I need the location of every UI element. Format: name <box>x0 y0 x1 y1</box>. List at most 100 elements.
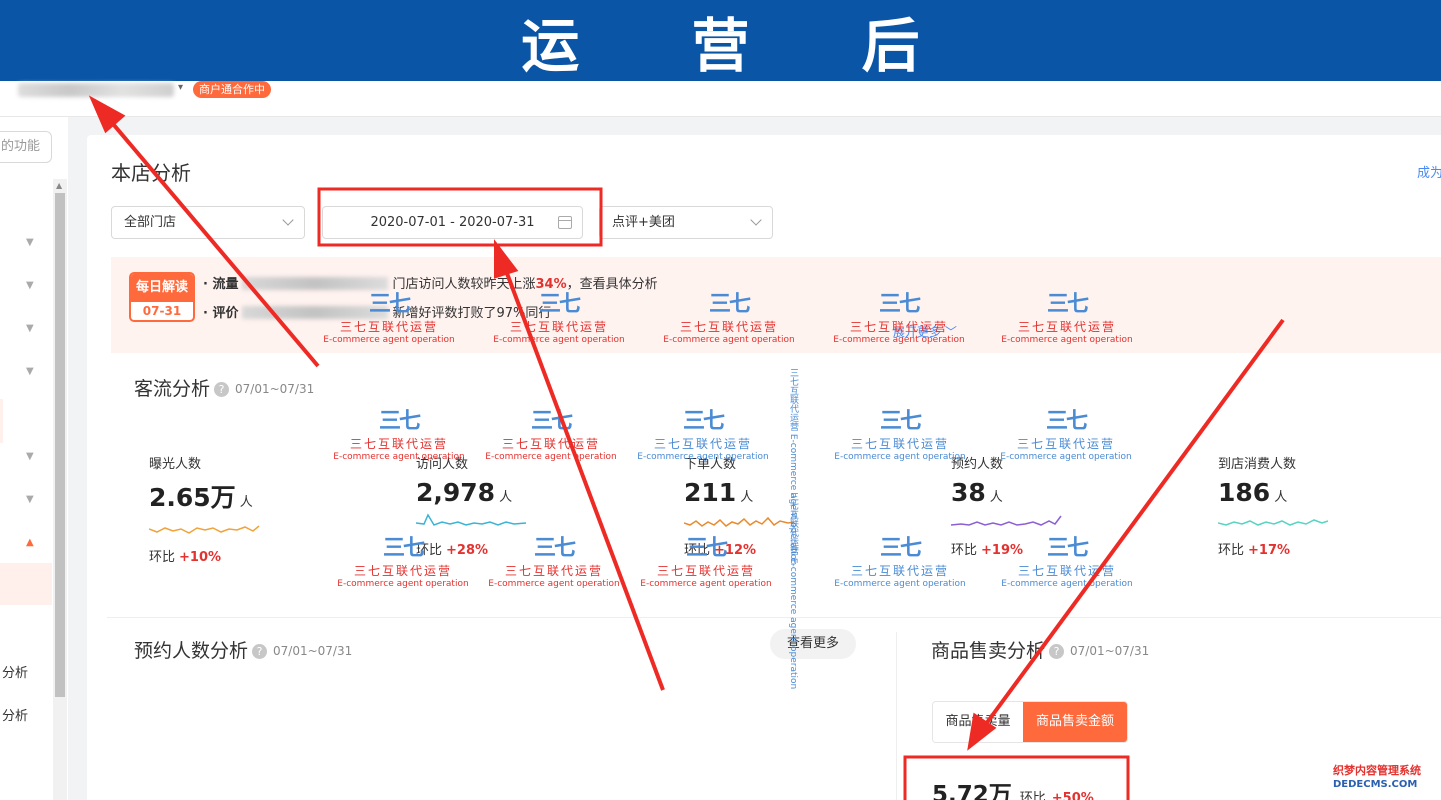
insight-traffic-prefix: · 流量 <box>203 277 239 292</box>
reservation-title-text: 预约人数分析 <box>134 640 249 662</box>
platform-select[interactable]: 点评+美团 <box>599 206 773 239</box>
calendar-icon <box>558 216 572 229</box>
watermark-en: E-commerce agent operation <box>493 335 625 345</box>
merchant-caret-icon[interactable]: ▾ <box>178 82 183 93</box>
scroll-up-icon[interactable]: ▲ <box>56 181 62 190</box>
chevron-up-icon[interactable]: ▲ <box>26 537 34 548</box>
change-value: +17% <box>1248 543 1291 558</box>
chevron-down-icon[interactable]: ▼ <box>26 280 34 291</box>
sales-value-number: 5.72万 <box>932 782 1012 800</box>
sparkline-line <box>149 525 260 534</box>
sidebar-function-button[interactable]: 的功能 <box>0 131 52 163</box>
watermark-en: E-commerce agent operation <box>337 579 469 589</box>
daily-badge-title: 每日解读 <box>131 274 193 302</box>
chevron-down-icon[interactable]: ▼ <box>26 494 34 505</box>
watermark: 三七三七互联代运营 E-commerce agent operation <box>481 403 621 462</box>
metric-unit: 人 <box>499 490 513 505</box>
sidebar-item-label[interactable]: 分析 <box>2 705 28 724</box>
watermark-cn: 三七互联代运营 <box>1017 564 1116 578</box>
top-right-link[interactable]: 成为 <box>1417 162 1441 181</box>
watermark-cn: 三七互联代运营 <box>1016 437 1115 451</box>
reservation-date-note: 07/01~07/31 <box>273 644 353 658</box>
tab-sales-volume[interactable]: 商品售卖量 <box>933 702 1023 742</box>
watermark-en: E-commerce agent operation <box>1001 579 1133 589</box>
view-more-button[interactable]: 查看更多 <box>770 629 856 659</box>
date-range-picker[interactable]: 2020-07-01 - 2020-07-31 <box>322 206 583 239</box>
metric-unit: 人 <box>239 495 253 510</box>
watermark: 三七 三七互联代运营 E-commerce agent operation <box>830 530 970 589</box>
watermark: 三七 三七互联代运营 E-commerce agent operation <box>996 403 1136 462</box>
watermark-cn: 三七互联代运营 <box>849 320 948 334</box>
sparkline-line <box>1218 519 1329 526</box>
watermark-cn: 三七互联代运营 <box>501 437 600 451</box>
watermark-logo: 三七 <box>708 292 751 317</box>
chevron-down-icon[interactable]: ▼ <box>26 237 34 248</box>
sparkline <box>684 516 795 527</box>
watermark-cn: 三七互联代运营 <box>339 320 438 334</box>
scrollbar-thumb[interactable] <box>55 193 65 697</box>
chevron-down-icon <box>282 214 294 226</box>
metric-store-visits[interactable]: 到店消费人数 186 人 环比 +17% <box>1218 453 1418 558</box>
change-value: +10% <box>179 550 222 565</box>
sidebar-scrollbar[interactable]: ▲ <box>53 179 67 800</box>
watermark: 三七 三七互联代运营 E-commerce agent operation <box>489 286 629 345</box>
watermark-logo: 三七 <box>382 536 425 561</box>
merchant-name-blurred[interactable] <box>18 83 174 97</box>
metric-value: 211 人 <box>684 478 884 507</box>
watermark-en: E-commerce agent operation <box>663 335 795 345</box>
watermark-logo: 三七 <box>879 409 922 434</box>
metric-value: 2,978 人 <box>416 478 616 507</box>
column-divider <box>896 632 897 800</box>
corner-logo-en: DEDECMS.COM <box>1333 779 1418 790</box>
change-label: 环比 <box>149 550 176 565</box>
sparkline <box>951 515 1062 526</box>
chevron-down-icon[interactable]: ▼ <box>26 366 34 377</box>
watermark-en: E-commerce agent operation <box>488 579 620 589</box>
metric-exposure[interactable]: 曝光人数 2.65万人 环比 +10% <box>149 453 349 565</box>
watermark: 三七 三七互联代运营 E-commerce agent operation <box>659 286 799 345</box>
watermark-en: E-commerce agent operation <box>1001 335 1133 345</box>
watermark-logo: 三七 <box>685 536 728 561</box>
chevron-down-icon[interactable]: ▼ <box>26 323 34 334</box>
watermark: 三七 三七互联代运营 E-commerce agent operation <box>997 530 1137 589</box>
metric-change: 环比 +17% <box>1218 539 1418 558</box>
metric-change: 环比 +10% <box>149 546 349 565</box>
watermark-en: E-commerce agent operation <box>485 452 617 462</box>
daily-badge-date: 07-31 <box>142 304 182 318</box>
watermark-en: E-commerce agent operation <box>834 579 966 589</box>
help-icon[interactable]: ? <box>214 382 230 397</box>
help-icon[interactable]: ? <box>1049 644 1065 659</box>
metric-unit: 人 <box>740 490 754 505</box>
screenshot-root: 运 营 后 ▾ 商户通合作中 的功能 ▼ ▼ ▼ ▼ ▼ ▼ ▲ 分析 分析 ▲… <box>0 0 1441 800</box>
watermark: 三七 三七互联代运营 E-commerce agent operation <box>997 286 1137 345</box>
watermark-logo: 三七 <box>1045 409 1088 434</box>
banner-title: 运 营 后 <box>521 11 966 80</box>
watermark-cn: 三七互联代运营 <box>509 320 608 334</box>
top-banner: 运 营 后 <box>0 0 1441 81</box>
sparkline <box>416 513 527 526</box>
watermark-cn: 三七互联代运营 <box>349 437 448 451</box>
sidebar-active-item[interactable] <box>0 563 52 605</box>
watermark-en: E-commerce agent operation <box>323 335 455 345</box>
status-badge: 商户通合作中 <box>193 81 271 98</box>
watermark-en: E-commerce agent operation <box>637 452 769 462</box>
metric-number: 2,978 <box>416 478 496 507</box>
tab-sales-amount[interactable]: 商品售卖金额 <box>1023 702 1127 742</box>
watermark-en: E-commerce agent operation <box>833 335 965 345</box>
traffic-analysis-title: 客流分析? 07/01~07/31 <box>134 374 314 401</box>
watermark-logo: 三七 <box>879 536 922 561</box>
sidebar-highlight <box>0 399 3 443</box>
sidebar-item-label[interactable]: 分析 <box>2 662 28 681</box>
change-value: +50% <box>1051 791 1094 800</box>
change-label: 环比 <box>1218 543 1245 558</box>
watermark: 三七 三七互联代运营 E-commerce agent operation <box>633 403 773 462</box>
watermark-logo: 三七 <box>530 409 573 434</box>
watermark: 三七 三七互联代运营 E-commerce agent operation <box>636 530 776 589</box>
watermark-logo: 三七 <box>682 409 725 434</box>
chevron-down-icon[interactable]: ▼ <box>26 451 34 462</box>
store-select[interactable]: 全部门店 <box>111 206 305 239</box>
metric-number: 2.65万 <box>149 483 236 512</box>
merchant-header: ▾ 商户通合作中 <box>0 81 1441 117</box>
help-icon[interactable]: ? <box>252 644 268 659</box>
traffic-date-note: 07/01~07/31 <box>235 382 315 396</box>
